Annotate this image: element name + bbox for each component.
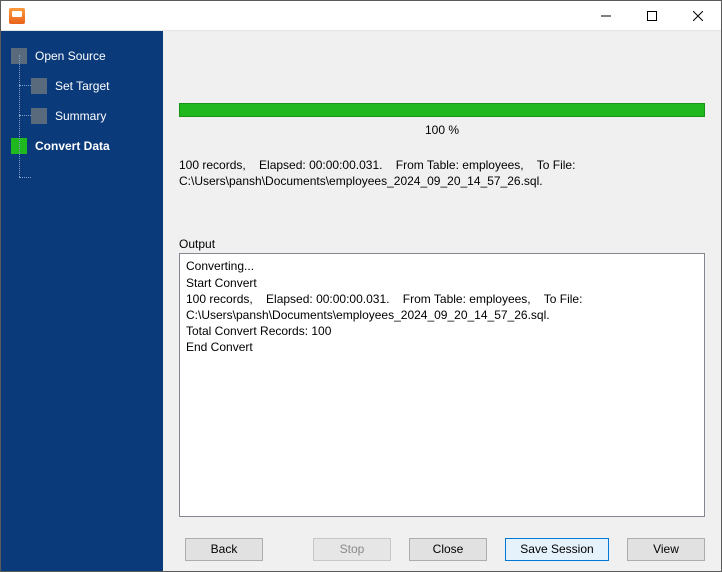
app-window: Open Source Set Target Summary Convert D…: [0, 0, 722, 572]
step-label: Open Source: [35, 49, 106, 63]
stop-button: Stop: [313, 538, 391, 561]
step-label: Convert Data: [35, 139, 110, 153]
output-label: Output: [179, 237, 705, 251]
minimize-button[interactable]: [583, 1, 629, 31]
close-window-button[interactable]: [675, 1, 721, 31]
step-status-icon: [11, 48, 27, 64]
save-session-button[interactable]: Save Session: [505, 538, 609, 561]
step-set-target[interactable]: Set Target: [1, 71, 163, 101]
step-convert-data[interactable]: Convert Data: [1, 131, 163, 161]
main-panel: 100 % 100 records, Elapsed: 00:00:00.031…: [163, 31, 721, 571]
step-status-icon: [31, 78, 47, 94]
step-label: Set Target: [55, 79, 109, 93]
step-summary[interactable]: Summary: [1, 101, 163, 131]
maximize-button[interactable]: [629, 1, 675, 31]
button-row: Back Stop Close Save Session View: [163, 527, 721, 571]
titlebar: [1, 1, 721, 31]
progress-section: 100 %: [179, 103, 705, 137]
view-button[interactable]: View: [627, 538, 705, 561]
output-log[interactable]: Converting... Start Convert 100 records,…: [179, 253, 705, 517]
progress-bar: [179, 103, 705, 117]
back-button[interactable]: Back: [185, 538, 263, 561]
progress-percent-label: 100 %: [179, 123, 705, 137]
wizard-sidebar: Open Source Set Target Summary Convert D…: [1, 31, 163, 571]
app-icon: [9, 8, 25, 24]
conversion-summary-text: 100 records, Elapsed: 00:00:00.031. From…: [179, 157, 705, 189]
step-label: Summary: [55, 109, 106, 123]
close-button[interactable]: Close: [409, 538, 487, 561]
step-status-icon: [11, 138, 27, 154]
step-open-source[interactable]: Open Source: [1, 41, 163, 71]
step-status-icon: [31, 108, 47, 124]
